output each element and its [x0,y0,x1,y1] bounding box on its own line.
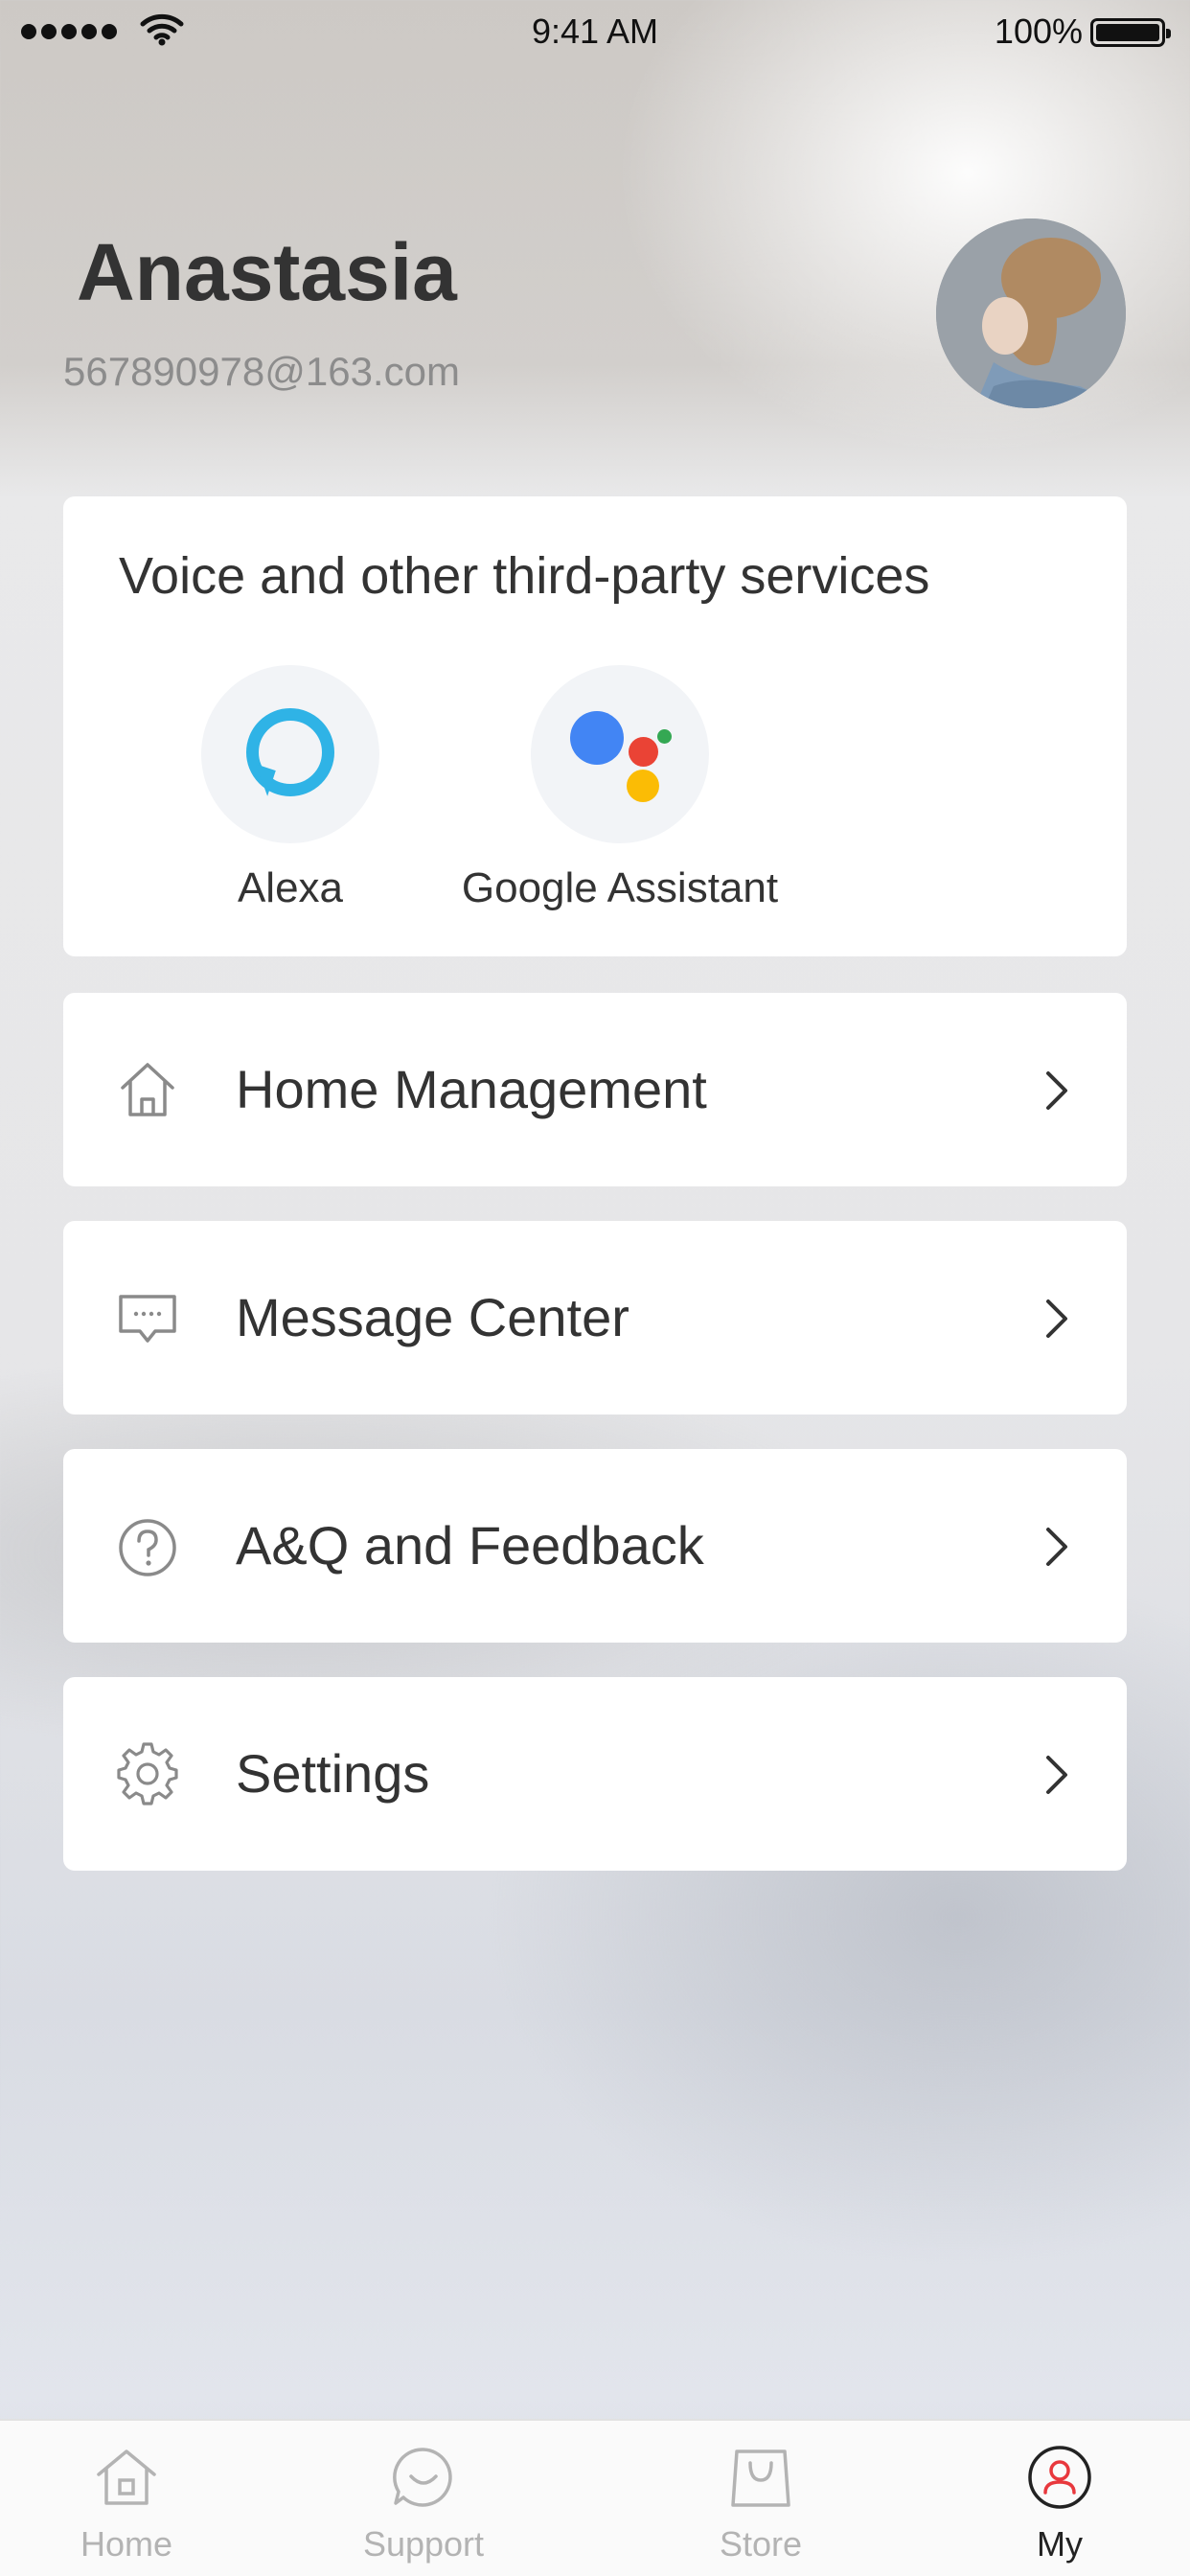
voice-services-title: Voice and other third-party services [119,547,930,605]
chat-icon [393,2448,452,2507]
alexa-service[interactable]: Alexa [127,665,453,912]
gear-icon [117,1742,178,1806]
battery-percentage: 100% [994,12,1083,51]
menu-item-settings[interactable]: Settings [63,1677,1127,1871]
menu-item-label: Message Center [236,1287,629,1347]
chevron-right-icon [1046,1300,1067,1338]
tab-label: My [1037,2524,1083,2564]
user-email: 567890978@163.com [63,349,460,394]
chevron-right-icon [1046,1756,1067,1794]
house-icon [97,2450,156,2505]
tab-support[interactable]: Support [309,2421,538,2576]
question-icon [119,1519,176,1576]
tab-home[interactable]: Home [11,2421,241,2576]
chevron-right-icon [1046,1071,1067,1110]
status-bar: 9:41 AM 100% [0,0,1190,63]
menu-item-home-management[interactable]: Home Management [63,993,1127,1186]
google-assistant-label: Google Assistant [461,864,779,911]
menu-item-label: Settings [236,1743,430,1804]
house-icon [121,1063,174,1116]
google-assistant-icon [531,665,709,843]
user-name: Anastasia [77,227,457,317]
menu-item-label: A&Q and Feedback [236,1515,704,1576]
avatar-photo [936,218,1126,408]
google-assistant-service[interactable]: Google Assistant [457,665,783,912]
chevron-right-icon [1046,1528,1067,1566]
tab-label: Support [362,2524,485,2564]
tab-label: Store [719,2524,803,2564]
tab-my[interactable]: My [945,2421,1175,2576]
voice-services-card: Voice and other third-party services Ale… [63,496,1127,956]
battery-icon [1090,18,1171,47]
shopping-bag-icon [731,2450,790,2507]
alexa-icon [201,665,379,843]
alexa-label: Alexa [237,864,344,911]
avatar[interactable] [936,218,1126,408]
tab-bar: Home Support Store My [0,2419,1190,2576]
tab-label: Home [80,2524,173,2564]
person-icon [1028,2446,1091,2509]
tab-store[interactable]: Store [646,2421,876,2576]
message-icon [119,1295,176,1343]
menu-item-label: Home Management [236,1059,707,1119]
menu-item-message-center[interactable]: Message Center [63,1221,1127,1414]
menu-item-faq-feedback[interactable]: A&Q and Feedback [63,1449,1127,1643]
